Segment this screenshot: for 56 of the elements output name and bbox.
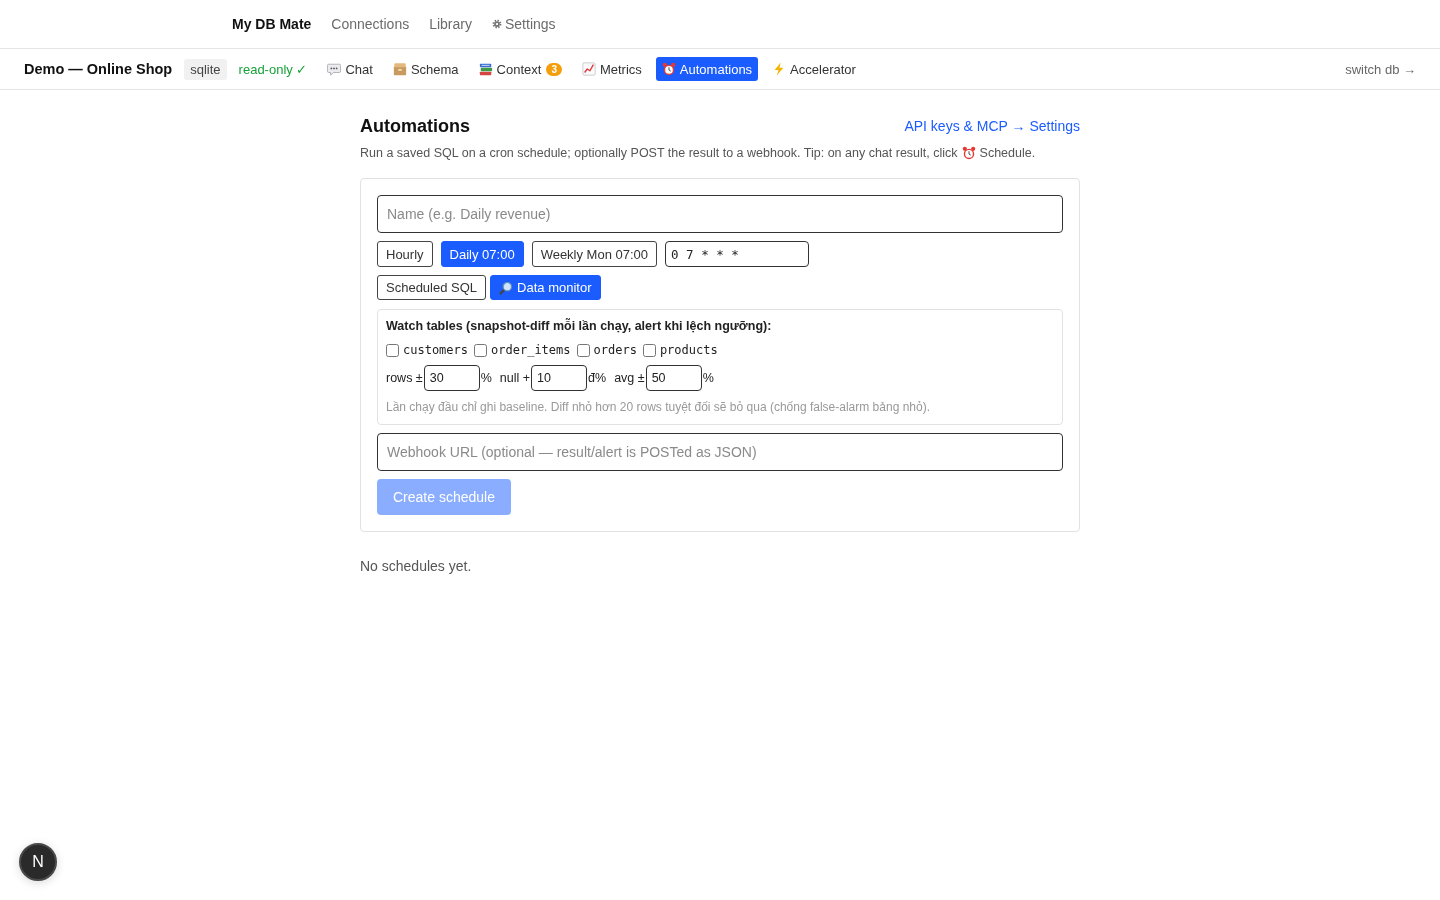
books-icon xyxy=(478,62,493,76)
database-name: Demo — Online Shop xyxy=(24,61,173,77)
description-text: Run a saved SQL on a cron schedule; optionally POST the result to a webhook. Tip: on any chat result, click xyxy=(360,145,958,162)
mode-button[interactable]: Data monitor xyxy=(490,275,601,300)
threshold-label: rows ± xyxy=(386,371,423,385)
schedule-preset-button[interactable]: Hourly xyxy=(377,241,433,267)
nav-tab[interactable]: Context 3 xyxy=(472,57,568,81)
threshold-input[interactable]: 50 xyxy=(645,365,702,391)
table-name: products xyxy=(659,343,718,357)
count-badge: 3 xyxy=(546,62,562,76)
unit-label: đ% xyxy=(588,371,607,385)
threshold-input[interactable]: 10 xyxy=(531,365,588,391)
webhook-input[interactable]: Webhook URL (optional — result/alert is POSTed as JSON) xyxy=(377,433,1063,471)
table-name: orders xyxy=(593,343,637,357)
line-chart-icon xyxy=(581,62,596,76)
app-brand: My DB Mate xyxy=(232,16,312,32)
name-input[interactable]: Name (e.g. Daily revenue) xyxy=(377,195,1063,233)
mode-button[interactable]: Scheduled SQL xyxy=(377,275,487,300)
nav-tab[interactable]: Accelerator xyxy=(766,57,862,81)
page-title: Automations xyxy=(360,115,470,137)
nav-tab[interactable]: Chat xyxy=(321,57,379,81)
empty-state-text: No schedules yet. xyxy=(360,557,473,576)
unit-label: % xyxy=(702,371,714,385)
alarm-clock-icon xyxy=(661,62,676,76)
nav-tab[interactable]: Metrics xyxy=(575,57,648,81)
monitor-title: Watch tables (snapshot-diff mỗi lần chạy, alert khi lệch ngưỡng): xyxy=(386,318,773,334)
alarm-clock-icon xyxy=(961,146,976,160)
table-name: customers xyxy=(403,343,469,357)
schedule-preset-button[interactable]: Weekly Mon 07:00 xyxy=(531,241,658,267)
description-text: Schedule. xyxy=(979,145,1036,162)
access-status: read-only ✓ xyxy=(238,61,308,77)
threshold-input[interactable]: 30 xyxy=(423,365,480,391)
unit-label: % xyxy=(480,371,492,385)
cron-input[interactable]: 0 7 * * * xyxy=(665,241,810,267)
table-checkbox[interactable] xyxy=(386,343,399,357)
table-checkbox[interactable] xyxy=(474,343,488,357)
nav-tab[interactable]: Schema xyxy=(386,57,465,81)
box-icon xyxy=(392,62,407,76)
monitor-note: Lần chạy đầu chỉ ghi baseline. Diff nhỏ hơn 20 rows tuyệt đối sẽ bỏ qua (chống false-alarm bảng nhỏ). xyxy=(386,399,931,415)
nav-link[interactable]: Library xyxy=(429,16,472,32)
threshold-label: avg ± xyxy=(614,371,645,385)
dev-indicator-button[interactable]: N xyxy=(19,843,57,881)
nav-tab[interactable]: Automations xyxy=(655,57,759,81)
table-name: order_items xyxy=(491,343,571,357)
nav-link[interactable]: Settings xyxy=(492,16,556,32)
speech-bubble-icon xyxy=(327,62,342,76)
threshold-label: null + xyxy=(499,371,531,385)
table-checkbox[interactable] xyxy=(576,343,590,357)
engine-tag: sqlite xyxy=(184,58,227,80)
nav-link[interactable]: Connections xyxy=(331,16,410,32)
settings-link[interactable]: API keys & MCP → Settings xyxy=(904,118,1080,134)
magnifier-icon xyxy=(499,280,514,295)
table-checkbox[interactable] xyxy=(642,343,656,357)
switch-db-link[interactable]: switch db → xyxy=(1345,61,1416,77)
schedule-preset-button[interactable]: Daily 07:00 xyxy=(440,241,524,267)
gear-icon xyxy=(492,19,502,29)
